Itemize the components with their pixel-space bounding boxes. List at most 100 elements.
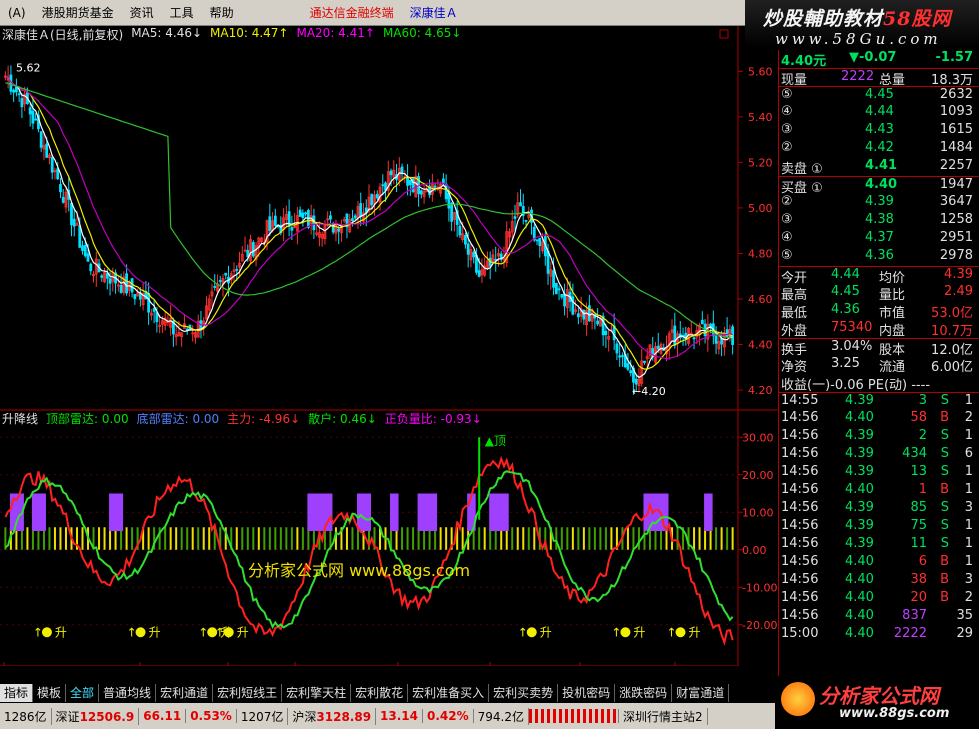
ind-bar [164, 527, 167, 550]
status-sz-label: 深证 [55, 709, 80, 724]
candle-body [83, 245, 87, 257]
menu-item-help[interactable]: 帮助 [202, 4, 242, 21]
tick-vol: 434 [902, 446, 927, 461]
tick-time: 14:56 [781, 572, 819, 587]
tab-0[interactable]: 指标 [0, 684, 34, 702]
candle-body [604, 330, 608, 336]
ind-bar [406, 527, 409, 550]
buy-row: 买盘 ① 4.40 1947 [779, 176, 979, 196]
tick-side: B [940, 590, 949, 605]
watermark-url: www.58Gu.com [775, 30, 942, 48]
tab-3[interactable]: 普通均线 [99, 684, 157, 702]
menu-item-hk[interactable]: 港股期货基金 [34, 4, 122, 21]
ind-bar [64, 527, 67, 550]
candle-body [563, 293, 566, 307]
tab-4[interactable]: 宏利通道 [156, 684, 214, 702]
candle-body [560, 293, 564, 298]
chart-area[interactable]: 深康佳Ａ(日线,前复权) MA5: 4.46↓ MA10: 4.47↑ MA20… [0, 26, 778, 666]
tick-row: 14:56 4.39 11 S 1 [779, 536, 979, 554]
tick-time: 14:56 [781, 446, 819, 461]
ind-bar [208, 527, 211, 550]
tick-side: B [940, 554, 949, 569]
status-bar: 1286亿 深证12506.9 66.11 0.53% 1207亿 沪深3128… [0, 703, 775, 729]
candle-body [125, 273, 128, 294]
purple-block [356, 493, 371, 531]
candle-body [119, 285, 123, 293]
ind-bar [483, 527, 486, 550]
stat-row: 最低 4.36 市值 53.0亿 [779, 302, 979, 321]
candle-body [557, 288, 561, 291]
price-axis-label: 5.40 [748, 111, 773, 124]
tab-7[interactable]: 宏利散花 [351, 684, 409, 702]
candle-body [213, 285, 217, 288]
brand-url: www.88gs.com [839, 706, 950, 721]
menu-item-news[interactable]: 资讯 [122, 4, 162, 21]
candle-body [466, 243, 470, 255]
candle-body [17, 93, 21, 96]
stat-value: 4.39 [944, 267, 973, 282]
ind-bar [698, 527, 701, 550]
tab-2[interactable]: 全部 [66, 684, 100, 702]
tab-10[interactable]: 投机密码 [558, 684, 616, 702]
tab-6[interactable]: 宏利擎天柱 [282, 684, 352, 702]
price-axis-label: 5.00 [748, 202, 773, 215]
status-sh-label: 沪深 [292, 709, 317, 724]
stat-value: 6.00亿 [931, 360, 973, 375]
candle-body [433, 185, 437, 188]
tab-9[interactable]: 宏利买卖势 [489, 684, 559, 702]
tick-row: 14:56 4.40 6 B 1 [779, 554, 979, 572]
ind-axis-label: 0.00 [742, 544, 767, 557]
sell-level: ④ [781, 104, 793, 119]
stat-row: 最高 4.45 量比 2.49 [779, 284, 979, 303]
candle-body [596, 320, 600, 325]
candle-body [133, 294, 137, 300]
stat-label: 市值 [879, 306, 906, 321]
menu-item-a[interactable]: (A) [0, 6, 34, 20]
ind-bar [527, 527, 530, 550]
menu-item-tools[interactable]: 工具 [162, 4, 202, 21]
ind-bar [351, 527, 354, 550]
candle-body [444, 183, 448, 200]
sell-row: ④ 4.44 1093 [779, 104, 979, 122]
tab-1[interactable]: 模板 [33, 684, 67, 702]
center-watermark: 分析家公式网 www.88gs.com [248, 561, 470, 580]
buy-level: ④ [781, 230, 793, 245]
tab-12[interactable]: 财富通道 [672, 684, 730, 702]
app-title: 通达信金融终端 [309, 6, 394, 20]
ind-bar [478, 527, 481, 550]
ind-bar [720, 527, 723, 550]
tick-side: S [940, 393, 949, 408]
tick-price: 4.40 [845, 482, 874, 497]
ind-bar [257, 527, 260, 550]
ind-bar [345, 527, 348, 550]
candle-body [224, 272, 228, 276]
buy-level: ⑤ [781, 248, 793, 263]
tick-time: 14:56 [781, 518, 819, 533]
tick-price: 4.39 [845, 446, 874, 461]
ind-bar [263, 527, 266, 550]
ind-bar [439, 527, 442, 550]
top-watermark: 炒股輔助教材58股网 www.58Gu.com [745, 0, 979, 48]
status-a: 1286亿 [0, 707, 52, 725]
tick-count: 1 [964, 464, 973, 479]
tick-vol: 2 [918, 428, 927, 443]
earnings: 收益(一)-0.06 PE(动) ---- [781, 378, 931, 393]
ind-bar [412, 527, 415, 550]
tab-5[interactable]: 宏利短线王 [213, 684, 283, 702]
ind-bar [676, 527, 679, 550]
candle-body [714, 335, 718, 344]
tick-price: 4.40 [845, 608, 874, 623]
tab-8[interactable]: 宏利准备买入 [408, 684, 490, 702]
kline-chart[interactable]: 5.60 5.40 5.20 5.00 4.80 4.60 4.40 4.20 30.00 20.… [0, 26, 778, 666]
tick-vol: 837 [902, 608, 927, 623]
candle-body [337, 228, 341, 232]
sell-price: 4.45 [865, 87, 894, 102]
candle-body [464, 235, 467, 245]
ind-bar [560, 527, 563, 550]
price-axis-label: 4.40 [748, 339, 773, 352]
stat-value: 10.7万 [931, 324, 973, 339]
buy-vol: 2978 [939, 248, 973, 263]
status-station[interactable]: 深圳行情主站2 [619, 707, 708, 725]
candle-body [673, 325, 677, 346]
tab-11[interactable]: 涨跌密码 [615, 684, 673, 702]
